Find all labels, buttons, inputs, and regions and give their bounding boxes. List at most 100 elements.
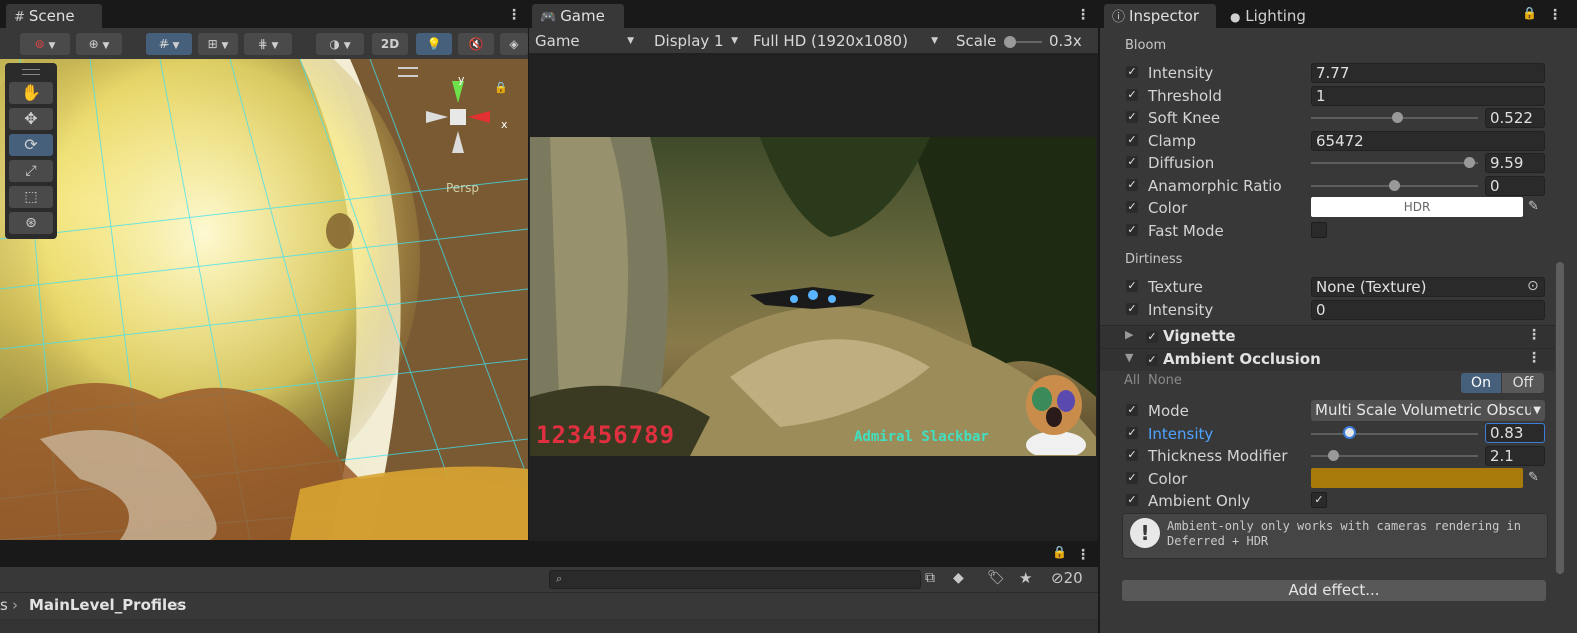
inspector-menu-icon[interactable]: ⋮ <box>1548 8 1562 22</box>
bloom-anamorphic-knob[interactable] <box>1388 180 1400 191</box>
bloom-softknee-checkbox[interactable]: ✓ <box>1126 111 1138 123</box>
info-icon: ⓘ <box>1112 10 1126 25</box>
dirt-texture-field[interactable]: None (Texture) <box>1311 277 1545 297</box>
vignette-header[interactable]: ▶ ✓ Vignette ⋮ <box>1100 325 1555 348</box>
scene-overlay-handle[interactable] <box>398 67 418 77</box>
draw-mode-button[interactable]: ◑ ▼ <box>316 33 364 55</box>
ao-mode-checkbox[interactable]: ✓ <box>1126 404 1138 416</box>
bloom-intensity-field[interactable]: 7.77 <box>1311 63 1545 83</box>
tab-inspector[interactable]: ⓘ Inspector <box>1104 4 1216 28</box>
game-mode-select[interactable]: Game ▼ <box>529 30 642 52</box>
ao-color-swatch[interactable] <box>1311 468 1523 488</box>
ao-mode-select[interactable]: Multi Scale Volumetric Obscu ▼ <box>1311 400 1545 421</box>
bloom-color-checkbox[interactable]: ✓ <box>1126 201 1138 213</box>
vignette-menu-icon[interactable]: ⋮ <box>1527 327 1541 343</box>
ao-intensity-checkbox[interactable]: ✓ <box>1126 427 1138 439</box>
ao-off-button[interactable]: Off <box>1502 373 1544 393</box>
gizmo-lock-icon[interactable]: 🔒 <box>494 81 508 94</box>
scene-lighting-button[interactable]: 💡 <box>416 33 452 55</box>
add-effect-button[interactable]: Add effect... <box>1122 580 1546 601</box>
move-tool[interactable]: ✥ <box>9 108 53 130</box>
bloom-diffusion-checkbox[interactable]: ✓ <box>1126 156 1138 168</box>
bloom-clamp-field[interactable]: 65472 <box>1311 131 1545 151</box>
project-lock-icon[interactable]: 🔒 <box>1052 545 1067 559</box>
scene-audio-button[interactable]: 🔇 <box>458 33 494 55</box>
bloom-anamorphic-checkbox[interactable]: ✓ <box>1126 179 1138 191</box>
resolution-select[interactable]: Full HD (1920x1080) ▼ <box>747 30 946 52</box>
bloom-diffusion-field[interactable]: 9.59 <box>1485 153 1545 173</box>
bloom-eyedropper-icon[interactable]: ✎ <box>1528 199 1539 214</box>
ao-mode-label: Mode <box>1148 402 1189 420</box>
ao-color-checkbox[interactable]: ✓ <box>1126 472 1138 484</box>
ao-intensity-field[interactable]: 0.83 <box>1485 423 1545 443</box>
ao-ambientonly-checkbox[interactable]: ✓ <box>1126 494 1138 506</box>
game-menu-icon[interactable]: ⋮ <box>1076 8 1090 22</box>
breadcrumb-item-0[interactable]: s <box>0 596 8 614</box>
filter-by-label-icon[interactable]: 🏷 <box>987 570 1005 586</box>
project-search-input[interactable]: ⌕ <box>549 570 921 589</box>
scene-viewport[interactable]: y x 🔒 Persp <box>0 59 528 540</box>
rect-tool[interactable]: ⬚ <box>9 186 53 208</box>
filter-by-type-icon[interactable]: ◆ <box>953 570 964 586</box>
bloom-color-swatch[interactable]: HDR <box>1311 197 1523 217</box>
global-toggle-button[interactable]: ⊕ ▼ <box>76 33 122 55</box>
hand-tool[interactable]: ✋ <box>9 82 53 104</box>
bloom-softknee-field[interactable]: 0.522 <box>1485 108 1545 128</box>
ao-eyedropper-icon[interactable]: ✎ <box>1528 470 1539 485</box>
bloom-fastmode-checkbox[interactable]: ✓ <box>1126 224 1138 236</box>
ao-checkbox[interactable]: ✓ <box>1146 354 1158 366</box>
scale-slider-knob[interactable] <box>1004 36 1016 48</box>
transform-tool[interactable]: ⊛ <box>9 212 53 234</box>
ao-thickness-field[interactable]: 2.1 <box>1485 446 1545 466</box>
bloom-diffusion-knob[interactable] <box>1463 157 1475 168</box>
inspector-scrollbar[interactable] <box>1556 262 1564 574</box>
project-menu-icon[interactable]: ⋮ <box>1076 548 1090 562</box>
ao-intensity-slider[interactable] <box>1311 433 1478 435</box>
vignette-checkbox[interactable]: ✓ <box>1146 331 1158 343</box>
toggle-2d-button[interactable]: 2D <box>372 33 408 55</box>
bloom-threshold-checkbox[interactable]: ✓ <box>1126 89 1138 101</box>
ambient-occlusion-header[interactable]: ▼ ✓ Ambient Occlusion ⋮ <box>1100 348 1555 371</box>
project-panel-tabbar <box>0 541 1098 567</box>
scene-menu-icon[interactable]: ⋮ <box>507 8 521 22</box>
dirt-intensity-checkbox[interactable]: ✓ <box>1126 303 1138 315</box>
vignette-foldout-icon[interactable]: ▶ <box>1125 328 1133 341</box>
tab-lighting[interactable]: ● Lighting <box>1222 4 1340 28</box>
rotate-tool[interactable]: ⟳ <box>9 134 53 156</box>
inspector-lock-icon[interactable]: 🔒 <box>1522 6 1537 20</box>
tab-scene[interactable]: # Scene <box>6 4 102 28</box>
display-select[interactable]: Display 1 ▼ <box>648 30 746 52</box>
bloom-intensity-checkbox[interactable]: ✓ <box>1126 66 1138 78</box>
ao-ambientonly-toggle[interactable]: ✓ <box>1311 492 1327 508</box>
ao-all-button[interactable]: All <box>1124 373 1140 388</box>
ao-menu-icon[interactable]: ⋮ <box>1527 350 1541 366</box>
persp-label[interactable]: Persp <box>446 181 479 195</box>
gizmo-tool-button[interactable]: ⊚ ▼ <box>20 33 70 55</box>
bloom-fastmode-toggle[interactable] <box>1311 222 1327 238</box>
ao-none-button[interactable]: None <box>1148 373 1182 388</box>
game-viewport[interactable]: 123456789 Admiral Slackbar <box>530 137 1096 456</box>
grid-visibility-button[interactable]: ⋕ ▼ <box>244 33 292 55</box>
tab-game[interactable]: 🎮 Game <box>532 4 624 28</box>
breadcrumb-item-1[interactable]: MainLevel_Profiles <box>29 596 186 614</box>
search-by-type-icon[interactable]: ⧉ <box>925 570 935 586</box>
ao-on-button[interactable]: On <box>1461 373 1501 393</box>
bloom-clamp-checkbox[interactable]: ✓ <box>1126 134 1138 146</box>
bloom-anamorphic-label: Anamorphic Ratio <box>1148 177 1282 195</box>
dirt-intensity-field[interactable]: 0 <box>1311 300 1545 320</box>
object-picker-icon[interactable]: ⊙ <box>1527 278 1539 294</box>
hidden-packages-toggle[interactable]: ⊘20 <box>1051 569 1083 587</box>
bloom-anamorphic-field[interactable]: 0 <box>1485 176 1545 196</box>
favorite-star-icon[interactable]: ★ <box>1019 569 1032 587</box>
tool-palette-grip[interactable] <box>22 69 40 75</box>
increment-snap-button[interactable]: ⊞ ▼ <box>198 33 238 55</box>
scale-tool[interactable]: ⤢ <box>9 160 53 182</box>
bloom-diffusion-slider[interactable] <box>1311 162 1478 164</box>
scene-effects-button[interactable]: ◈ <box>500 33 528 55</box>
grid-snap-button[interactable]: #̶ ▼ <box>146 33 192 55</box>
bloom-threshold-field[interactable]: 1 <box>1311 86 1545 106</box>
ao-foldout-icon[interactable]: ▼ <box>1125 351 1133 364</box>
ao-thickness-checkbox[interactable]: ✓ <box>1126 449 1138 461</box>
dirt-texture-checkbox[interactable]: ✓ <box>1126 280 1138 292</box>
bloom-intensity-label: Intensity <box>1148 64 1214 82</box>
